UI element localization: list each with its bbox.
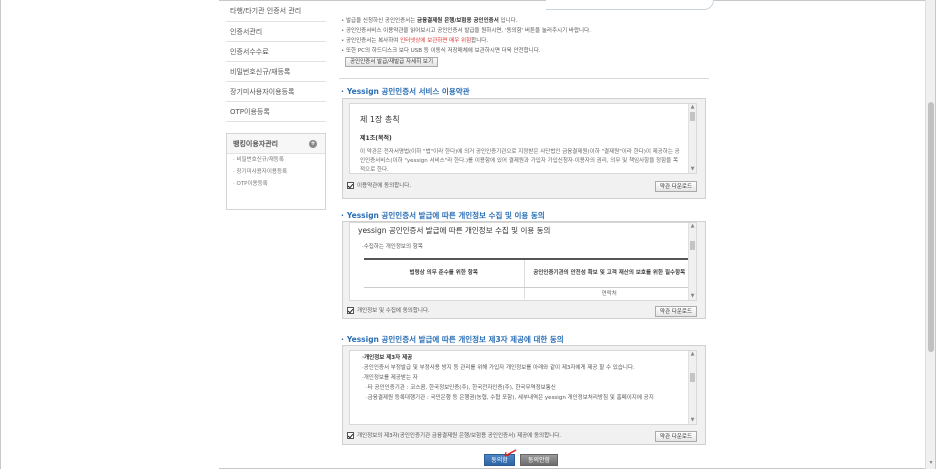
- section-privacy-title: Yessign 공인인증서 발급에 따른 개인정보 수집 및 이용 동의: [341, 210, 545, 221]
- section-third-party-panel: 개인정보 제3자 제공 공인인증서 부정발급 및 부정사용 방지 등 관리를 위…: [342, 345, 706, 445]
- cursor-arrow-icon: [504, 449, 517, 457]
- scroll-down-icon[interactable]: ▼: [690, 167, 695, 172]
- third-party-agree-row[interactable]: 개인정보의 제3자(공인인증기관 금융결제원 은행/보험용 공인인증서) 제공에…: [347, 429, 561, 441]
- privacy-bullet: 수집하는 개인정보의 항목: [362, 242, 682, 252]
- divider: [339, 78, 709, 79]
- box-item-password[interactable]: · 비밀번호신규/재등록: [227, 154, 325, 166]
- terms-body: 이 약관은 전자서명법(이하 "법"이라 한다)에 의거 공인인증기관으로 지정…: [360, 149, 680, 173]
- sidebar-item-otp[interactable]: OTP이용등록: [226, 102, 326, 122]
- banking-user-box-title: 뱅킹이용자관리 +: [227, 134, 325, 154]
- scroll-down-icon[interactable]: ▼: [690, 418, 695, 423]
- tab-decoration: [546, 0, 714, 10]
- section-third-party-title: Yessign 공인인증서 발급에 따른 개인정보 제3자 제공에 대한 동의: [341, 334, 564, 345]
- cert-detail-button[interactable]: 공인인증서 발급/재발급 자세히 보기: [345, 57, 438, 67]
- banking-user-box: 뱅킹이용자관리 + · 비밀번호신규/재등록 · 장기미사용자이용등록 · OT…: [226, 133, 326, 210]
- box-item-dormant[interactable]: · 장기미사용자이용등록: [227, 166, 325, 178]
- privacy-agree-row[interactable]: 개인정보 및 수집에 동의합니다.: [347, 304, 430, 316]
- sidebar-item-other-cert[interactable]: 타행/타기관 인증서 관리: [226, 0, 326, 22]
- terms-document[interactable]: 제 1장 총칙 제1조(목적) 이 약관은 전자서명법(이하 "법"이라 한다)…: [349, 103, 697, 174]
- third-party-download-button[interactable]: 약관 다운로드: [654, 431, 697, 442]
- banking-user-box-title-text: 뱅킹이용자관리: [233, 140, 279, 148]
- privacy-col-required: 공인인증기관의 안전성 확보 및 고객 재산의 보호를 위한 필수항목: [523, 258, 694, 288]
- plus-icon[interactable]: +: [309, 140, 317, 148]
- scroll-thumb[interactable]: [690, 112, 695, 121]
- privacy-cell-contact: 연락처: [523, 287, 694, 299]
- terms-scrollbar[interactable]: ▲ ▼: [688, 104, 696, 173]
- third-party-bullet-4: 타 공인인증기관 : 코스콤, 한국정보인증(주), 한국전자인증(주), 한국…: [366, 383, 682, 393]
- terms-agree-label: 이용약관에 동의합니다.: [357, 183, 412, 189]
- scroll-thumb[interactable]: [690, 241, 695, 250]
- third-party-scrollbar[interactable]: ▲ ▼: [688, 351, 696, 424]
- scroll-down-icon[interactable]: ▼: [690, 294, 695, 299]
- sidebar-item-dormant[interactable]: 장기미사용자이용등록: [226, 82, 326, 102]
- third-party-agree-checkbox[interactable]: [347, 431, 354, 439]
- third-party-bullet-5: 금융결제원 등록대행기관 : 국민은행 등 은행권(농협, 수협 포함), 세부…: [366, 393, 682, 403]
- third-party-document[interactable]: 개인정보 제3자 제공 공인인증서 부정발급 및 부정사용 방지 등 관리를 위…: [349, 350, 697, 425]
- page-scroll-thumb[interactable]: [928, 102, 934, 352]
- scroll-up-icon[interactable]: ▲: [690, 105, 695, 110]
- privacy-doc-title: yessign 공인인증서 발급에 따른 개인정보 수집 및 이용 동의: [358, 226, 551, 235]
- terms-agree-checkbox[interactable]: [347, 181, 354, 189]
- notice-3: 공인인증서는 복사하여 인터넷상에 보관하면 매우 위험합니다.: [341, 36, 701, 46]
- third-party-bullet-1: 개인정보 제3자 제공: [362, 353, 682, 363]
- box-item-otp[interactable]: · OTP이용등록: [227, 178, 325, 190]
- privacy-col-legal: 법령상 의무 준수를 위한 항목: [364, 258, 524, 288]
- third-party-bullet-3: 개인정보를 제공받는 자: [362, 373, 682, 383]
- third-party-bullet-2: 공인인증서 부정발급 및 부정사용 방지 등 관리를 위해 가입자 개인정보를 …: [362, 363, 682, 373]
- terms-agree-row[interactable]: 이용약관에 동의합니다.: [347, 179, 411, 191]
- section-terms-panel: 제 1장 총칙 제1조(목적) 이 약관은 전자서명법(이하 "법"이라 한다)…: [342, 98, 706, 199]
- section-privacy-panel: yessign 공인인증서 발급에 따른 개인정보 수집 및 이용 동의 수집하…: [342, 221, 706, 319]
- privacy-agree-label: 개인정보 및 수집에 동의합니다.: [357, 308, 430, 314]
- notice-4: 또한 PC의 하드디스크 보다 USB 등 이동식 저장매체에 보관하시면 더욱…: [341, 46, 701, 56]
- privacy-cell-empty: [364, 287, 524, 299]
- notice-list: 발급을 신청하신 공인인증서는 금융결제원 은행/보험용 공인인증서 입니다. …: [341, 16, 701, 67]
- notice-3-warning: 인터넷상에 보관하면 매우 위험: [400, 38, 472, 44]
- left-gutter: [1, 0, 219, 469]
- notice-1-text-a: 발급을 신청하신 공인인증서는: [346, 18, 418, 24]
- terms-article: 제1조(목적): [360, 135, 392, 142]
- sidebar: 타행/타기관 인증서 관리 인증서관리 인증서수수료 비밀번호신규/재등록 장기…: [226, 0, 326, 122]
- notice-1-text-b: 금융결제원 은행/보험용 공인인증서: [417, 18, 499, 24]
- notice-2: 공인인증서비스 이용약관을 읽어보시고 공인인증서 발급을 원하시면, '동의함…: [341, 26, 701, 36]
- privacy-scrollbar[interactable]: ▲ ▼: [688, 223, 696, 300]
- third-party-agree-label: 개인정보의 제3자(공인인증기관 금융결제원 은행/보험용 공인인증서) 제공에…: [357, 433, 562, 439]
- sidebar-item-cert-fee[interactable]: 인증서수수료: [226, 42, 326, 62]
- terms-heading: 제 1장 총칙: [360, 115, 400, 124]
- scroll-up-icon[interactable]: ▲: [690, 224, 695, 229]
- notice-1-text-c: 입니다.: [498, 18, 518, 24]
- sidebar-item-password[interactable]: 비밀번호신규/재등록: [226, 62, 326, 82]
- notice-3-text-a: 공인인증서는 복사하여: [346, 38, 401, 44]
- page-scrollbar[interactable]: ▾: [925, 0, 935, 469]
- privacy-download-button[interactable]: 약관 다운로드: [654, 306, 697, 317]
- privacy-document[interactable]: yessign 공인인증서 발급에 따른 개인정보 수집 및 이용 동의 수집하…: [349, 222, 697, 301]
- privacy-agree-checkbox[interactable]: [347, 306, 354, 314]
- disagree-button[interactable]: 동의안함: [520, 454, 558, 466]
- sidebar-item-cert-manage[interactable]: 인증서관리: [226, 22, 326, 42]
- privacy-table: 법령상 의무 준수를 위한 항목 공인인증기관의 안전성 확보 및 고객 재산의…: [364, 258, 694, 299]
- notice-3-text-c: 합니다.: [471, 38, 489, 44]
- notice-1: 발급을 신청하신 공인인증서는 금융결제원 은행/보험용 공인인증서 입니다.: [341, 16, 701, 26]
- scroll-up-icon[interactable]: ▲: [690, 352, 695, 357]
- terms-download-button[interactable]: 약관 다운로드: [654, 181, 697, 192]
- scroll-thumb[interactable]: [690, 373, 695, 382]
- scroll-down-icon[interactable]: ▾: [928, 460, 934, 466]
- section-terms-title: Yessign 공인인증서 서비스 이용약관: [341, 86, 470, 97]
